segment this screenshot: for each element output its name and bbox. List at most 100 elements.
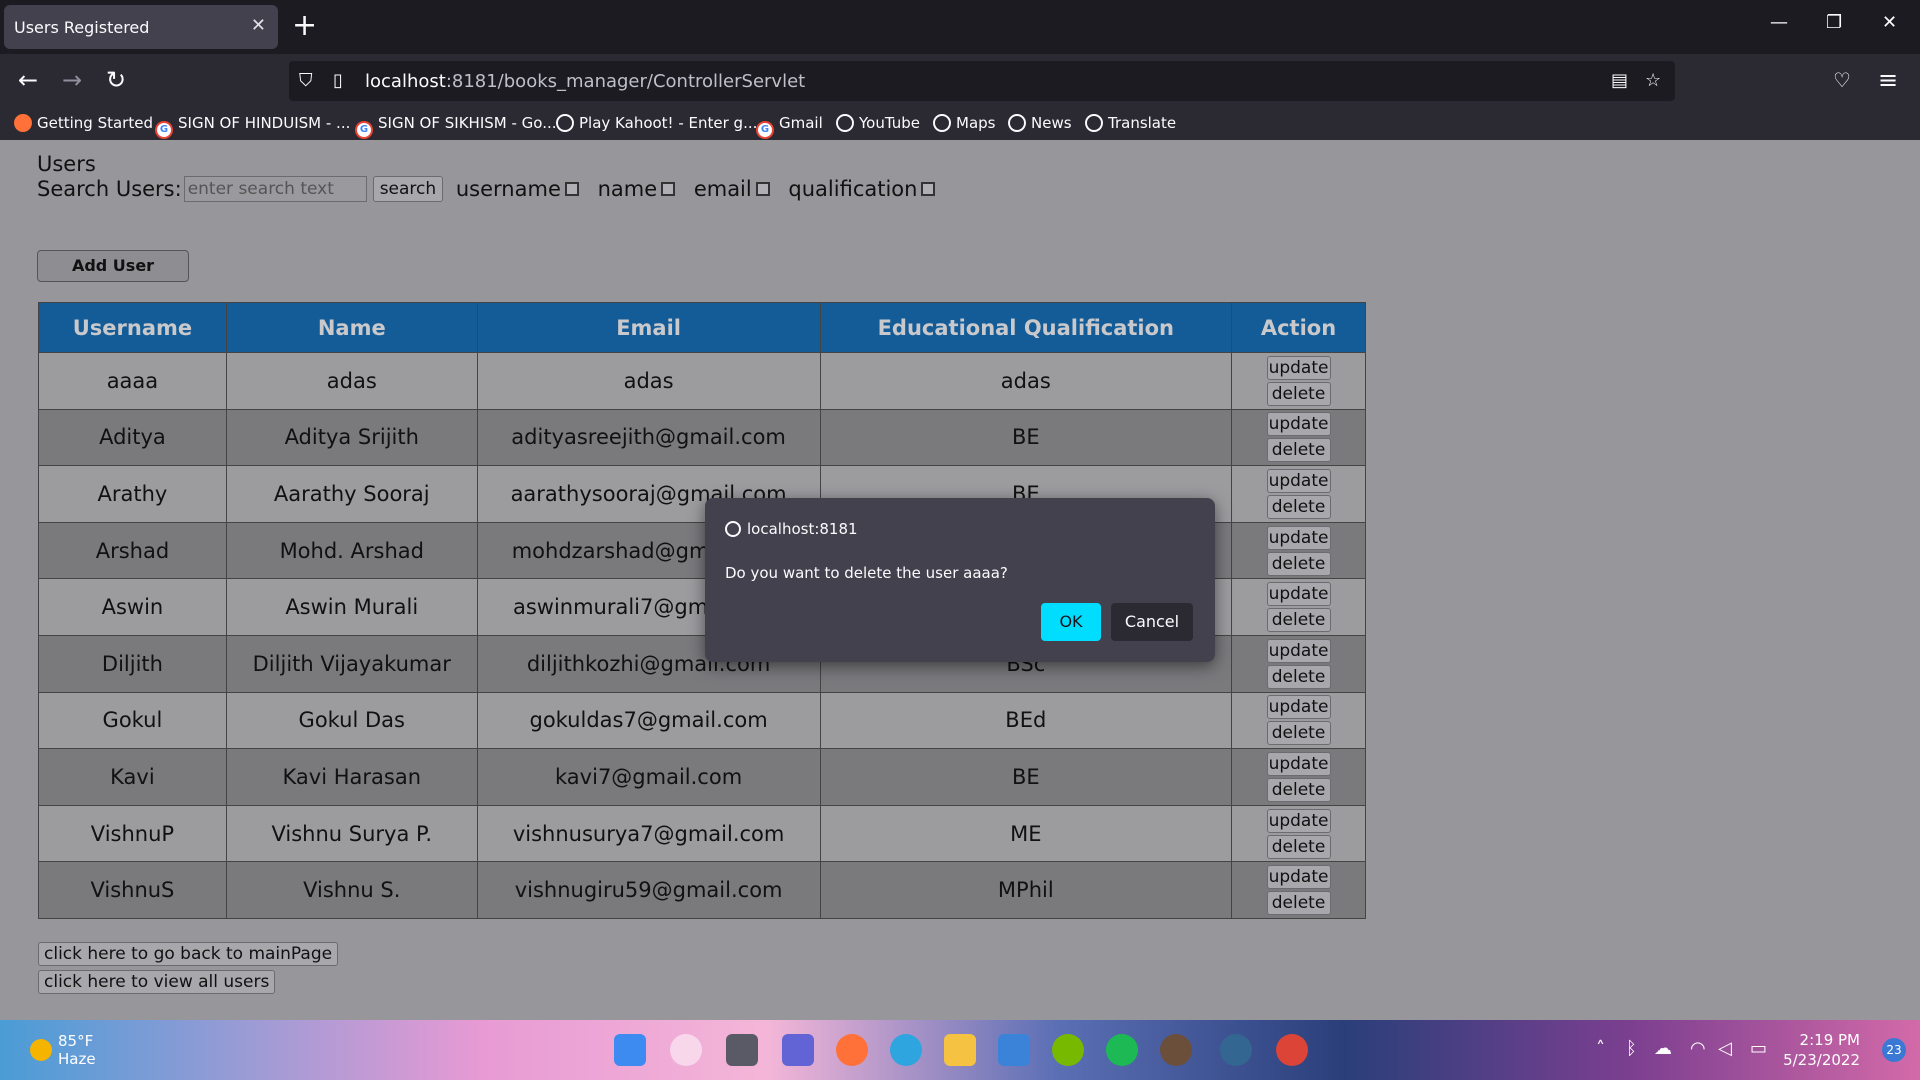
delete-button[interactable]: delete [1266,438,1331,463]
bookmark-star-icon[interactable]: ☆ [1645,70,1661,91]
table-row: VishnuP Vishnu Surya P. vishnusurya7@gmail… [38,804,1366,863]
ok-button[interactable]: OK [1041,603,1101,641]
sun-icon [30,1039,52,1061]
update-button[interactable]: update [1266,695,1331,720]
delete-button[interactable]: delete [1266,551,1331,576]
chevron-up-icon[interactable]: ˄ [1596,1038,1605,1059]
chrome-icon[interactable] [1276,1034,1308,1066]
delete-button[interactable]: delete [1266,608,1331,633]
minimize-icon[interactable]: — [1770,12,1788,33]
firefox-icon [14,114,32,132]
mail-icon[interactable] [998,1034,1030,1066]
update-button[interactable]: update [1266,808,1331,833]
close-tab-icon[interactable]: ✕ [251,15,266,36]
bookmark-translate[interactable]: Translate [1085,114,1176,132]
tab-active[interactable]: Users Registered ✕ [4,5,278,49]
wifi-icon[interactable]: ◠ [1690,1038,1706,1059]
delete-button[interactable]: delete [1266,891,1331,916]
filter-username-checkbox[interactable] [564,182,579,196]
action-cell: update delete [1231,634,1366,693]
delete-button[interactable]: delete [1266,664,1331,689]
start-icon[interactable] [614,1034,646,1066]
page-icon[interactable]: ▯ [333,70,343,91]
bookmark-sikhism[interactable]: G SIGN OF SIKHISM - Go... [355,114,557,139]
filter-email-checkbox[interactable] [755,182,770,196]
bookmark-label: Play Kahoot! - Enter g... [579,114,758,132]
chat-icon[interactable] [782,1034,814,1066]
spotify-icon[interactable] [1106,1034,1138,1066]
search-row: Search Users: enter search text search use… [37,176,947,202]
update-button[interactable]: update [1266,355,1331,380]
bookmark-youtube[interactable]: YouTube [836,114,920,132]
bookmark-news[interactable]: News [1008,114,1072,132]
table-cell: Gokul Das [225,691,478,750]
bookmark-kahoot[interactable]: Play Kahoot! - Enter g... [556,114,757,132]
back-to-main-link[interactable]: click here to go back to mainPage [38,942,339,966]
notification-badge[interactable]: 23 [1882,1038,1906,1062]
update-button[interactable]: update [1266,865,1331,890]
reader-view-icon[interactable]: ▤ [1611,70,1628,91]
table-cell: VishnuS [38,861,227,919]
task-view-icon[interactable] [726,1034,758,1066]
table-cell: Vishnu S. [225,861,478,919]
filter-name-checkbox[interactable] [661,182,676,196]
add-user-button[interactable]: Add User [37,250,189,282]
firefox-taskbar-icon[interactable] [836,1034,868,1066]
table-cell: Arshad [38,521,227,580]
forward-icon[interactable]: → [62,66,82,94]
bookmark-maps[interactable]: Maps [933,114,995,132]
delete-button[interactable]: delete [1266,721,1331,746]
globe-icon [836,114,854,132]
table-cell: Kavi [38,748,227,806]
search-button[interactable]: search [372,176,444,202]
table-cell: Mohd. Arshad [225,521,478,580]
cloud-icon[interactable]: ☁ [1654,1038,1672,1059]
delete-button[interactable]: delete [1266,381,1331,406]
table-row: aaaa adas adas adas update delete [38,352,1366,410]
new-tab-icon[interactable]: + [292,9,317,43]
search-icon[interactable] [670,1034,702,1066]
battery-icon[interactable]: ▭ [1750,1038,1767,1059]
postgres-icon[interactable] [1220,1034,1252,1066]
bottom-links: click here to go back to mainPage click … [38,942,339,998]
delete-button[interactable]: delete [1266,777,1331,802]
menu-icon[interactable]: ≡ [1878,66,1898,94]
cancel-button[interactable]: Cancel [1111,603,1193,641]
utorrent-icon[interactable] [1052,1034,1084,1066]
update-button[interactable]: update [1266,412,1331,437]
pocket-icon[interactable]: ♡ [1833,66,1851,94]
update-button[interactable]: update [1266,525,1331,550]
volume-icon[interactable]: ◁ [1718,1038,1732,1059]
update-button[interactable]: update [1266,751,1331,776]
table-cell: vishnusurya7@gmail.com [476,804,821,863]
reload-icon[interactable]: ↻ [106,66,126,94]
bookmark-label: Getting Started [37,114,153,132]
weather-widget[interactable]: 85°F Haze [30,1032,96,1068]
update-button[interactable]: update [1266,638,1331,663]
shield-icon[interactable]: ⛉ [299,70,313,91]
filter-qualification-checkbox[interactable] [921,182,936,196]
bookmark-getting-started[interactable]: Getting Started [14,114,153,132]
bookmark-label: SIGN OF HINDUISM - ... [178,114,351,132]
table-cell: BE [819,748,1233,806]
edge-icon[interactable] [890,1034,922,1066]
restore-icon[interactable]: ❐ [1826,12,1842,33]
update-button[interactable]: update [1266,582,1331,607]
update-button[interactable]: update [1266,468,1331,493]
delete-button[interactable]: delete [1266,834,1331,859]
bookmark-gmail[interactable]: G Gmail [756,114,823,139]
app-icon[interactable] [1160,1034,1192,1066]
back-icon[interactable]: ← [18,66,38,94]
search-input[interactable]: enter search text [183,176,367,202]
clock[interactable]: 2:19 PM 5/23/2022 [1783,1030,1860,1070]
delete-button[interactable]: delete [1266,494,1331,519]
url-bar[interactable]: ⛉ ▯ localhost:8181/books_manager/Control… [289,61,1675,101]
globe-icon [933,114,951,132]
url-text[interactable]: localhost:8181/books_manager/ControllerS… [365,71,805,92]
bluetooth-icon[interactable]: ᛒ [1626,1038,1637,1059]
close-window-icon[interactable]: ✕ [1882,12,1897,33]
file-explorer-icon[interactable] [944,1034,976,1066]
tab-title: Users Registered [14,18,150,37]
bookmark-hinduism[interactable]: G SIGN OF HINDUISM - ... [155,114,350,139]
view-all-users-link[interactable]: click here to view all users [38,970,276,994]
